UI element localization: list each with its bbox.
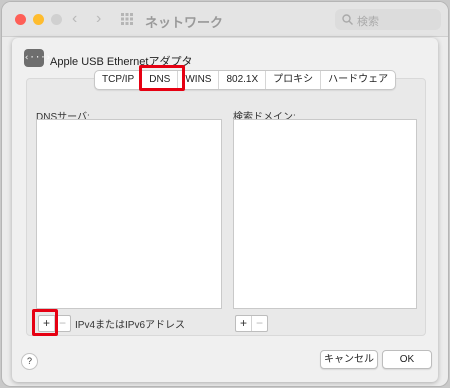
search-domains-add-remove: + − — [235, 315, 268, 332]
dns-tab-highlight — [139, 65, 185, 91]
tab-tcpip[interactable]: TCP/IP — [95, 71, 143, 89]
add-search-domain-button[interactable]: + — [236, 316, 251, 331]
search-placeholder: 検索 — [357, 16, 379, 28]
ok-button[interactable]: OK — [382, 350, 432, 369]
add-button-highlight — [32, 309, 58, 336]
minimize-window-button[interactable] — [33, 14, 44, 25]
dns-address-hint: IPv4またはIPv6アドレス — [75, 320, 186, 331]
tab-8021x[interactable]: 802.1X — [219, 71, 267, 89]
close-window-button[interactable] — [15, 14, 26, 25]
dns-servers-list[interactable] — [36, 119, 222, 309]
zoom-window-button[interactable] — [51, 14, 62, 25]
remove-search-domain-button[interactable]: − — [251, 316, 267, 331]
search-field[interactable]: 検索 — [335, 9, 441, 30]
show-all-grid-icon[interactable] — [121, 13, 133, 25]
tab-hardware[interactable]: ハードウェア — [321, 71, 395, 89]
cancel-button[interactable]: キャンセル — [320, 350, 378, 369]
preferences-window: ‹ › ネットワーク 検索 ‹···› Apple USB Ethernetアダ… — [2, 2, 448, 386]
ethernet-icon: ‹···› — [24, 49, 51, 67]
tab-proxy[interactable]: プロキシ — [266, 71, 322, 89]
window-title: ネットワーク — [145, 15, 224, 30]
back-chevron-icon[interactable]: ‹ — [72, 9, 77, 29]
dns-settings-sheet: ‹···› Apple USB Ethernetアダプタ TCP/IP DNS … — [12, 38, 438, 382]
title-bar: ‹ › ネットワーク 検索 — [2, 2, 448, 37]
search-icon — [342, 14, 353, 25]
help-button[interactable]: ? — [21, 353, 38, 370]
forward-chevron-icon[interactable]: › — [96, 9, 101, 29]
search-domains-list[interactable] — [233, 119, 417, 309]
